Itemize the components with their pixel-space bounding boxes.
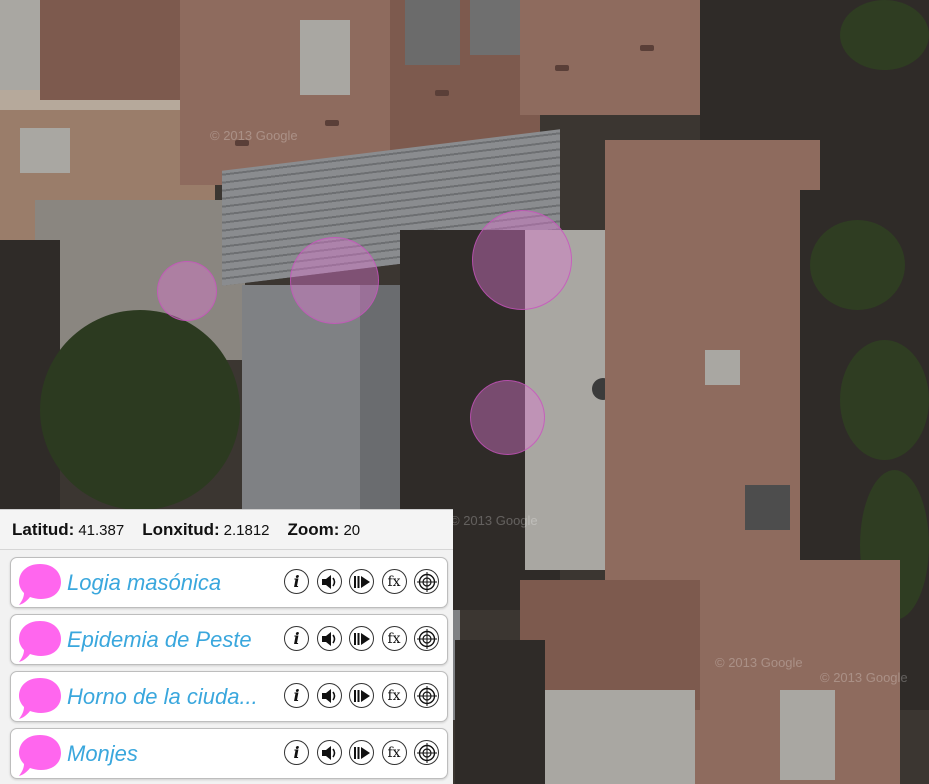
- play-icon[interactable]: [349, 626, 374, 651]
- info-glyph: i: [293, 743, 300, 762]
- map-marker[interactable]: [472, 210, 572, 310]
- fx-icon[interactable]: fx: [381, 683, 407, 708]
- info-icon[interactable]: i: [284, 740, 309, 765]
- audio-icon[interactable]: [316, 569, 342, 594]
- speech-bubble-icon: [17, 618, 63, 669]
- play-icon[interactable]: [349, 740, 374, 765]
- info-icon[interactable]: i: [284, 569, 309, 594]
- layer-row[interactable]: Logia masónica i fx: [10, 557, 448, 608]
- layer-actions: i fx: [284, 569, 447, 594]
- rooftop-unit: [705, 350, 740, 385]
- layer-name[interactable]: Monjes: [67, 741, 287, 767]
- play-icon[interactable]: [349, 569, 374, 594]
- info-glyph: i: [293, 686, 300, 705]
- layer-row[interactable]: Monjes i fx: [10, 728, 448, 779]
- info-icon[interactable]: i: [284, 626, 309, 651]
- longitude-label: Lonxitud:: [142, 519, 220, 539]
- longitude-value: 2.1812: [223, 521, 270, 539]
- roof-vent: [435, 90, 449, 96]
- map-marker[interactable]: [157, 261, 217, 321]
- tree: [810, 220, 905, 310]
- fx-glyph: fx: [387, 630, 401, 647]
- target-icon[interactable]: [414, 569, 439, 594]
- speech-bubble-icon: [17, 561, 63, 612]
- info-glyph: i: [293, 629, 300, 648]
- speech-bubble-icon: [17, 732, 63, 783]
- tree: [40, 310, 240, 510]
- layer-actions: i fx: [284, 683, 447, 708]
- target-icon[interactable]: [414, 626, 439, 651]
- longitude-group: Lonxitud: 2.1812: [142, 520, 269, 540]
- roof-vent: [555, 65, 569, 71]
- info-icon[interactable]: i: [284, 683, 309, 708]
- fx-glyph: fx: [387, 744, 401, 761]
- map-watermark: © 2013 Google: [715, 655, 803, 670]
- latitude-value: 41.387: [78, 521, 125, 539]
- building-roof: [0, 0, 40, 90]
- map-watermark: © 2013 Google: [210, 128, 298, 143]
- rooftop-structure: [300, 20, 350, 95]
- tree: [840, 340, 929, 460]
- building-roof: [40, 0, 180, 100]
- skylight: [20, 128, 70, 173]
- map-marker[interactable]: [470, 380, 545, 455]
- fx-icon[interactable]: fx: [381, 626, 407, 651]
- rooftop-structure: [745, 485, 790, 530]
- target-icon[interactable]: [414, 683, 439, 708]
- building-roof: [520, 0, 700, 115]
- latitude-group: Latitud: 41.387: [12, 520, 124, 540]
- coordinates-bar: Latitud: 41.387 Lonxitud: 2.1812 Zoom: 20: [0, 510, 453, 550]
- rooftop-structure: [470, 0, 520, 55]
- fx-glyph: fx: [387, 573, 401, 590]
- info-glyph: i: [293, 572, 300, 591]
- zoom-label: Zoom:: [287, 519, 340, 539]
- zoom-group: Zoom: 20: [288, 520, 361, 540]
- roof-vent: [640, 45, 654, 51]
- layer-name[interactable]: Epidemia de Peste: [67, 627, 287, 653]
- layer-row[interactable]: Epidemia de Peste i fx: [10, 614, 448, 665]
- rooftop-structure: [780, 690, 835, 780]
- skylight: [545, 690, 695, 784]
- fx-glyph: fx: [387, 687, 401, 704]
- map-watermark: © 2013 Google: [450, 513, 538, 528]
- fx-icon[interactable]: fx: [381, 740, 407, 765]
- fx-icon[interactable]: fx: [381, 569, 407, 594]
- zoom-value: 20: [343, 521, 361, 539]
- audio-icon[interactable]: [316, 683, 342, 708]
- layer-row[interactable]: Horno de la ciuda... i fx: [10, 671, 448, 722]
- layer-name[interactable]: Horno de la ciuda...: [67, 684, 287, 710]
- info-panel: Latitud: 41.387 Lonxitud: 2.1812 Zoom: 20 L…: [0, 509, 453, 784]
- audio-icon[interactable]: [316, 626, 342, 651]
- layer-actions: i fx: [284, 740, 447, 765]
- courtyard: [455, 640, 545, 784]
- layer-name[interactable]: Logia masónica: [67, 570, 287, 596]
- map-watermark: © 2013 Google: [820, 670, 908, 685]
- layer-list: Logia masónica i fx Epidemia de Peste i …: [0, 550, 453, 779]
- speech-bubble-icon: [17, 675, 63, 726]
- roof-vent: [325, 120, 339, 126]
- audio-icon[interactable]: [316, 740, 342, 765]
- rooftop-structure: [405, 0, 460, 65]
- tree: [840, 0, 929, 70]
- map-marker[interactable]: [290, 237, 379, 324]
- play-icon[interactable]: [349, 683, 374, 708]
- target-icon[interactable]: [414, 740, 439, 765]
- latitude-label: Latitud:: [12, 519, 75, 539]
- layer-actions: i fx: [284, 626, 447, 651]
